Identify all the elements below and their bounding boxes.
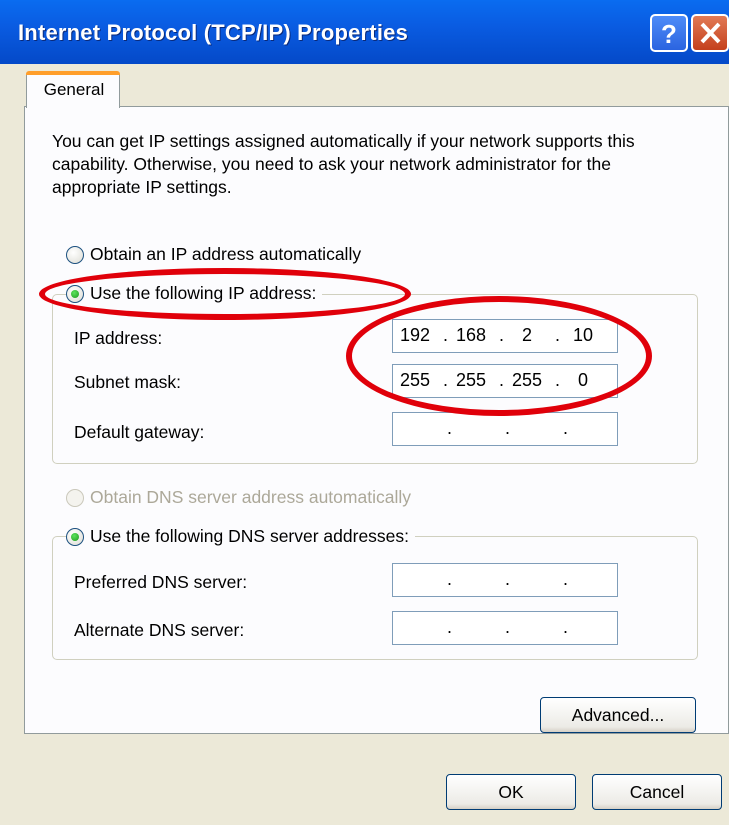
use-dns-manual-radio[interactable]: [66, 527, 84, 546]
close-icon: [700, 22, 721, 44]
octet-separator: .: [447, 617, 453, 637]
obtain-ip-auto-option[interactable]: Obtain an IP address automatically: [66, 244, 361, 265]
svg-text:?: ?: [661, 19, 677, 49]
question-icon: ?: [661, 19, 677, 49]
subnet-mask-label: Subnet mask:: [74, 372, 181, 392]
ok-button[interactable]: OK: [446, 774, 576, 810]
obtain-dns-auto-option[interactable]: Obtain DNS server address automatically: [66, 487, 411, 508]
octet-separator: .: [447, 569, 453, 589]
octet-separator: .: [505, 617, 511, 637]
default-gateway-input[interactable]: . . .: [392, 412, 618, 446]
cancel-button[interactable]: Cancel: [592, 774, 722, 810]
close-button[interactable]: [691, 14, 729, 52]
tab-highlight: [26, 71, 120, 75]
title-bar[interactable]: Internet Protocol (TCP/IP) Properties ?: [0, 0, 729, 64]
obtain-dns-auto-radio[interactable]: [66, 488, 84, 507]
octet-separator: .: [505, 569, 511, 589]
tab-general[interactable]: General: [26, 74, 120, 108]
tab-general-label: General: [43, 80, 105, 99]
octet-separator: .: [563, 418, 569, 438]
description-text: You can get IP settings assigned automat…: [52, 131, 635, 197]
ip-address-label: IP address:: [74, 328, 163, 348]
help-button[interactable]: ?: [650, 14, 688, 52]
obtain-ip-auto-radio[interactable]: [66, 245, 84, 264]
window-title: Internet Protocol (TCP/IP) Properties: [18, 20, 409, 45]
annotation-ellipse-ip-values: [346, 296, 652, 416]
preferred-dns-input[interactable]: . . .: [392, 563, 618, 597]
use-dns-manual-label: Use the following DNS server addresses:: [90, 526, 410, 546]
octet-separator: .: [447, 418, 453, 438]
default-gateway-label: Default gateway:: [74, 422, 205, 442]
octet-separator: .: [563, 617, 569, 637]
obtain-dns-auto-label: Obtain DNS server address automatically: [90, 487, 411, 507]
obtain-ip-auto-label: Obtain an IP address automatically: [90, 244, 362, 264]
use-dns-manual-option[interactable]: Use the following DNS server addresses:: [66, 526, 416, 547]
preferred-dns-label: Preferred DNS server:: [74, 572, 248, 592]
alternate-dns-input[interactable]: . . .: [392, 611, 618, 645]
alternate-dns-label: Alternate DNS server:: [74, 620, 245, 640]
octet-separator: .: [563, 569, 569, 589]
advanced-button[interactable]: Advanced...: [540, 697, 696, 733]
annotation-ellipse-manual-ip: [39, 268, 411, 320]
octet-separator: .: [505, 418, 511, 438]
